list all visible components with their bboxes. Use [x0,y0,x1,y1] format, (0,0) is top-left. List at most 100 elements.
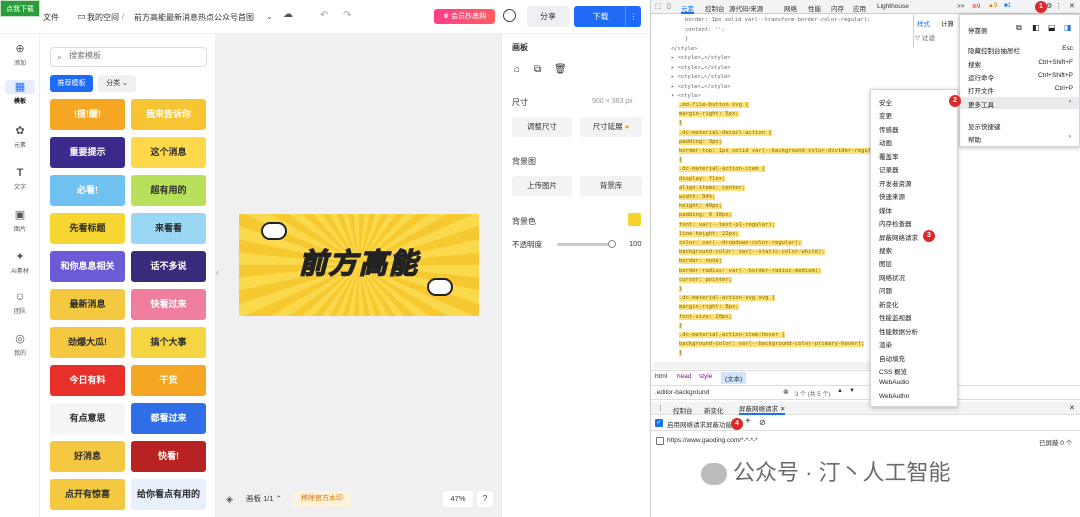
template-thumbnail[interactable]: 来看看 [131,213,206,244]
template-thumbnail[interactable]: 重要提示 [50,137,125,168]
main-menu-item[interactable]: 更多工具 › [960,97,1079,109]
more-tools-item[interactable]: 动画 [879,137,892,147]
drawer-tab-blocking[interactable]: 屏蔽网络请求 ✕ [739,403,786,415]
search-clear-icon[interactable]: ⊗ [783,388,789,396]
more-tools-item[interactable]: 覆盖率 [879,151,899,161]
more-tools-item[interactable]: 变更 [879,110,892,120]
more-tools-item[interactable]: 屏蔽网络请求 [879,232,918,242]
template-thumbnail[interactable]: 今日有料 [50,365,125,396]
info-count[interactable]: ■1 [1004,3,1011,9]
drawer-kebab-icon[interactable]: ⋮ [657,404,664,412]
clear-patterns-icon[interactable]: ⊘ [759,418,766,427]
template-thumbnail[interactable]: 搞个大事 [131,327,206,358]
rail-image[interactable]: ▣ 图片 [0,208,40,233]
code-line-highlighted[interactable]: .dc-material-action-item { [679,166,766,173]
template-thumbnail[interactable]: 都看过来 [131,403,206,434]
template-thumbnail[interactable]: 点开有惊喜 [50,479,125,510]
rail-team[interactable]: ☺ 团队 [0,290,40,315]
redo-icon[interactable]: ↷ [343,10,351,21]
main-menu-item[interactable]: 搜索 Ctrl+Shift+F [960,57,1079,69]
tab-recommend[interactable]: 推荐模板 [50,75,93,92]
rail-template[interactable]: ▦ 模板 [0,80,40,105]
code-line-highlighted[interactable]: width: 94%; [679,194,716,200]
warning-count[interactable]: ▲9 [988,3,997,9]
code-line-highlighted[interactable]: } [679,350,683,357]
devtools-tab[interactable]: 网络 [784,3,797,13]
rail-ai[interactable]: ✦ AI素材 [0,250,40,275]
drawer-close-icon[interactable]: ✕ [1069,404,1075,412]
more-tools-item[interactable]: 问题 [879,285,892,295]
code-line-highlighted[interactable]: padding: 3px; [679,138,723,145]
opacity-slider[interactable] [557,240,616,248]
template-search[interactable]: ⌕ [50,47,207,67]
add-pattern-icon[interactable]: + [745,416,751,427]
search-prev-icon[interactable]: ▲ [837,388,843,394]
computed-tab[interactable]: 计算 [941,18,954,28]
extend-size-button[interactable]: 尺寸延展 ● [580,117,642,137]
code-line-highlighted[interactable]: .dc-material-action-item:hover { [679,332,785,338]
code-line-highlighted[interactable]: .md-file-button svg { [679,102,749,108]
crumb-html[interactable]: html [655,373,667,380]
delete-icon[interactable]: 🗑 [554,64,567,75]
template-thumbnail[interactable]: 给你看点有用的 [131,479,206,510]
more-tools-item[interactable]: 安全 [879,97,892,107]
my-space-link[interactable]: 我的空间 [87,12,119,23]
code-line-highlighted[interactable]: font: var(--text-p1-regular); [679,221,776,228]
template-thumbnail[interactable]: 好消息 [50,441,125,472]
code-line-highlighted[interactable]: .dc-material-action-svg svg { [679,295,776,302]
share-button[interactable]: 分享 [527,6,569,27]
rail-text[interactable]: T 文字 [0,166,40,191]
close-icon[interactable]: ✕ [780,406,785,413]
error-count[interactable]: ⊗9 [972,3,980,10]
dock-bottom-icon[interactable]: ⬓ [1048,23,1056,32]
code-line[interactable]: ▸ <style>…</style> [671,65,731,71]
upload-image-button[interactable]: 上传图片 [512,176,572,196]
template-thumbnail[interactable]: !提!醒! [50,99,125,130]
template-thumbnail[interactable]: 有点意思 [50,403,125,434]
more-tools-item[interactable]: 性能数据分析 [879,326,918,336]
template-thumbnail[interactable]: 快看! [131,441,206,472]
more-tools-item[interactable]: 性能监视器 [879,312,912,322]
devtools-close-icon[interactable]: ✕ [1069,2,1075,10]
code-line[interactable]: </style> [671,46,698,52]
main-menu-item[interactable]: 显示快捷键 [960,119,1079,131]
code-line[interactable]: } [685,36,688,42]
vip-badge[interactable]: ♛ 会员抄底购 [434,9,495,24]
more-tools-item[interactable]: 记录器 [879,164,899,174]
drawer-tab-changes[interactable]: 新变化 [704,405,724,415]
code-line-highlighted[interactable]: } [679,322,683,329]
more-tools-item[interactable]: 开发者资源 [879,178,912,188]
code-line[interactable]: ▸ <style>…</style> [671,55,731,61]
rail-element[interactable]: ✿ 元素 [0,124,40,149]
search-input[interactable] [69,51,199,60]
rail-mine[interactable]: ◎ 我的 [0,332,40,357]
more-tools-item[interactable]: CSS 概览 [879,366,907,376]
more-tabs[interactable]: >> [957,3,965,10]
code-line-highlighted[interactable]: } [679,286,683,292]
download-button[interactable]: 下载 ⋮ [574,6,641,27]
enable-blocking-label[interactable]: 启用网络请求屏蔽功能 [667,419,732,429]
template-thumbnail[interactable]: 和你息息相关 [50,251,125,282]
undo-icon[interactable]: ↶ [320,10,328,21]
template-thumbnail[interactable]: 必看! [50,175,125,206]
title-dropdown-icon[interactable]: ⌄ [266,12,273,21]
enable-blocking-checkbox[interactable]: ✓ [655,419,663,427]
main-menu-item[interactable]: 运行命令 Ctrl+Shift+P [960,70,1079,82]
more-tools-item[interactable]: 传感器 [879,124,899,134]
inspect-icon[interactable]: ⬚ [655,2,662,10]
code-line-highlighted[interactable]: background-color: var(--background-color… [679,341,865,348]
styles-filter[interactable]: ▽ 过滤 [915,32,935,42]
code-line-highlighted[interactable]: padding: 0 10px; [679,212,732,219]
more-tools-item[interactable]: WebAuthn [879,393,909,400]
rail-add[interactable]: ⊕ 添加 [0,42,40,67]
code-line[interactable]: content: ''; [685,27,725,33]
dock-undock-icon[interactable]: ⧉ [1016,23,1022,33]
more-tools-item[interactable]: 网络状况 [879,272,905,282]
adjust-size-button[interactable]: 调整尺寸 [512,117,572,137]
template-thumbnail[interactable]: 快看过来 [131,289,206,320]
code-line-highlighted[interactable]: } [679,157,683,164]
crumb-style[interactable]: style [699,373,712,380]
more-tools-item[interactable]: 新变化 [879,299,899,309]
device-icon[interactable]: ▯ [667,2,671,10]
devtools-tab[interactable]: 元素 [681,3,694,14]
